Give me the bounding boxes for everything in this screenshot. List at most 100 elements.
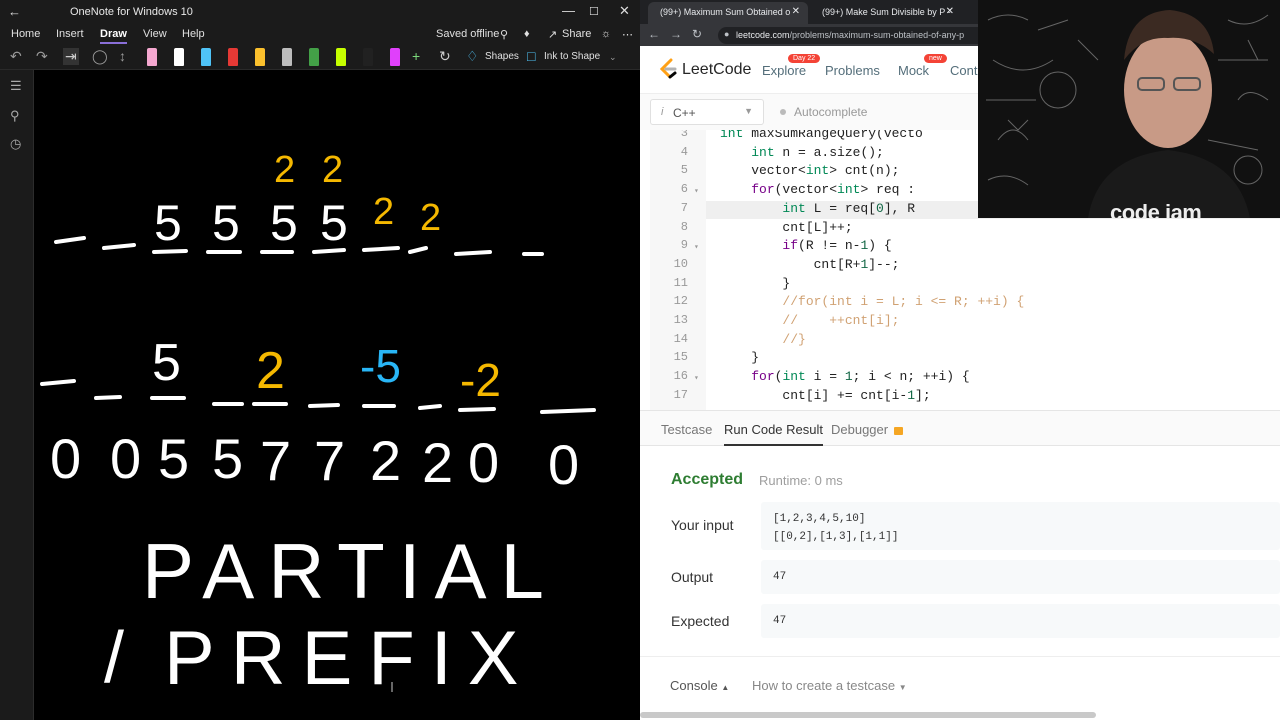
undo-icon[interactable]: ↶	[10, 48, 22, 65]
ink-row1-bottom-value: 5	[270, 195, 298, 251]
fold-chevron-icon[interactable]: ▾	[694, 186, 699, 196]
line-number: 12	[673, 294, 688, 309]
recent-clock-icon[interactable]: ◷	[10, 136, 21, 152]
tab-insert[interactable]: Insert	[56, 28, 84, 40]
saved-status: Saved offline	[436, 28, 500, 40]
lightbulb-icon[interactable]: ☼	[601, 28, 611, 40]
line-number: 3	[680, 130, 688, 140]
tab-view[interactable]: View	[143, 28, 167, 40]
close-icon[interactable]: ✕	[619, 3, 630, 19]
ink-row1-top-value: 2	[420, 197, 441, 239]
code-line[interactable]: 13 // ++cnt[i];	[650, 313, 1280, 332]
code-text: vector<int> cnt(n);	[720, 163, 900, 179]
browser-tab-active[interactable]: (99+) Maximum Sum Obtained o ✕	[648, 2, 808, 24]
tab-help[interactable]: Help	[182, 28, 205, 40]
fold-chevron-icon[interactable]: ▾	[694, 373, 699, 383]
location-pin-icon[interactable]: ⚲	[500, 28, 508, 41]
ink-row3-value: 7	[260, 429, 291, 492]
ink-row2: 5 2 -5 -2	[40, 334, 596, 414]
code-text: int maxSumRangeQuery(vecto	[720, 130, 923, 141]
maximize-icon[interactable]: ☐	[589, 5, 599, 18]
code-line[interactable]: 14 //}	[650, 332, 1280, 351]
result-status: Accepted	[671, 471, 744, 488]
ink-canvas[interactable]: 2 2 2 2 5 5 5 5 5 2 -5 -2 0 0 5 5 7 7 2 …	[34, 70, 640, 720]
shapes-button[interactable]: Shapes	[485, 51, 519, 62]
code-line[interactable]: 11 }	[650, 276, 1280, 295]
ink-row1-top-value: 2	[322, 149, 343, 191]
leetcode-brand[interactable]: LeetCode	[682, 61, 751, 79]
code-line[interactable]: 8 cnt[L]++;	[650, 220, 1280, 239]
nav-contest[interactable]: Cont	[950, 63, 977, 78]
caret-up-icon: ▲	[721, 683, 730, 692]
share-icon[interactable]: ↗	[548, 28, 557, 41]
pen-swatch-icon[interactable]	[201, 48, 211, 66]
reload-icon[interactable]: ↻	[692, 27, 702, 41]
ink-row1-bottom-value: 5	[154, 195, 182, 251]
how-to-testcase-link[interactable]: How to create a testcase ▼	[752, 678, 907, 693]
code-text: int n = a.size();	[751, 144, 884, 160]
select-text-icon[interactable]: ⇥	[63, 48, 79, 65]
nav-mock[interactable]: Mock	[898, 63, 929, 78]
ink-row3-value: 5	[212, 427, 243, 490]
tab-testcase[interactable]: Testcase	[661, 422, 712, 437]
code-line[interactable]: 16 ▾ for(int i = 1; i < n; ++i) {	[650, 369, 1280, 388]
ink-replay-icon[interactable]: ↻	[439, 48, 451, 65]
language-select[interactable]: i C++ ▼	[650, 99, 764, 125]
pen-swatch-icon[interactable]	[174, 48, 184, 66]
add-pen-icon[interactable]: +	[412, 48, 420, 64]
more-icon[interactable]: ⋯	[622, 28, 633, 41]
ink-to-shape-button[interactable]: Ink to Shape	[544, 51, 600, 62]
nav-explore[interactable]: Explore	[762, 63, 806, 78]
back-arrow-icon[interactable]: ←	[8, 4, 21, 19]
code-line[interactable]: 9 ▾ if(R != n-1) {	[650, 238, 1280, 257]
ribbon-tabs: Home Insert Draw View Help Saved offline…	[0, 24, 640, 44]
tab-home[interactable]: Home	[11, 28, 40, 40]
shapes-icon[interactable]: ♢	[466, 48, 479, 65]
code-line[interactable]: 10 cnt[R+1]--;	[650, 257, 1280, 276]
pen-swatch-icon[interactable]	[255, 48, 265, 66]
code-text: }	[720, 350, 760, 366]
nav-problems[interactable]: Problems	[825, 63, 880, 78]
tab-debugger[interactable]: Debugger	[831, 422, 904, 437]
add-space-icon[interactable]: ↕	[119, 48, 126, 64]
code-line[interactable]: 12 //for(int i = L; i <= R; ++i) {	[650, 294, 1280, 313]
fold-chevron-icon[interactable]: ▾	[694, 242, 699, 252]
console-button[interactable]: Console ▲	[670, 678, 729, 693]
notebooks-icon[interactable]: ☰	[10, 78, 22, 94]
lasso-select-icon[interactable]: ◯	[92, 48, 108, 65]
url-path: /problems/maximum-sum-obtained-of-any-p	[789, 30, 965, 40]
pen-swatch-icon[interactable]	[309, 48, 319, 66]
code-line[interactable]: 17 cnt[i] += cnt[i-1];	[650, 388, 1280, 407]
redo-icon[interactable]: ↷	[36, 48, 48, 65]
chevron-down-icon[interactable]: ⌄	[609, 52, 617, 63]
close-tab-icon[interactable]: ✕	[946, 6, 954, 17]
autocomplete-toggle[interactable]: Autocomplete	[780, 105, 867, 119]
ink-row1-dashes	[54, 236, 544, 256]
browser-tab[interactable]: (99+) Make Sum Divisible by P - ✕	[810, 2, 962, 24]
pen-swatch-icon[interactable]	[228, 48, 238, 66]
code-text: //}	[720, 331, 806, 347]
horizontal-scrollbar[interactable]	[640, 712, 1096, 718]
share-button[interactable]: Share	[562, 28, 591, 40]
forward-icon[interactable]: →	[670, 27, 682, 41]
search-icon[interactable]: ⚲	[10, 108, 20, 124]
minimize-icon[interactable]: —	[562, 3, 575, 18]
pen-swatch-icon[interactable]	[147, 48, 157, 66]
code-text: cnt[i] += cnt[i-1];	[720, 387, 931, 403]
line-number: 9	[680, 238, 688, 253]
expected-value: 47	[761, 604, 1280, 638]
leetcode-logo-icon[interactable]	[658, 58, 678, 80]
back-icon[interactable]: ←	[648, 27, 660, 41]
bell-icon[interactable]: ♦	[524, 28, 530, 40]
ink-to-shape-icon[interactable]: □	[527, 48, 535, 64]
close-tab-icon[interactable]: ✕	[792, 6, 800, 17]
pen-swatch-icon[interactable]	[336, 48, 346, 66]
draw-toolbar: ↶ ↷ ⇥ ◯ ↕ + ↻ ♢ Shapes □ Ink to Shape ⌄	[0, 44, 640, 70]
tab-draw[interactable]: Draw	[100, 28, 127, 44]
code-line[interactable]: 15 }	[650, 350, 1280, 369]
pen-swatch-icon[interactable]	[282, 48, 292, 66]
tab-run-code-result[interactable]: Run Code Result	[724, 422, 823, 446]
pen-swatch-icon[interactable]	[390, 48, 400, 66]
pen-swatch-icon[interactable]	[363, 48, 373, 66]
ink-row3-value: 0	[50, 427, 81, 490]
